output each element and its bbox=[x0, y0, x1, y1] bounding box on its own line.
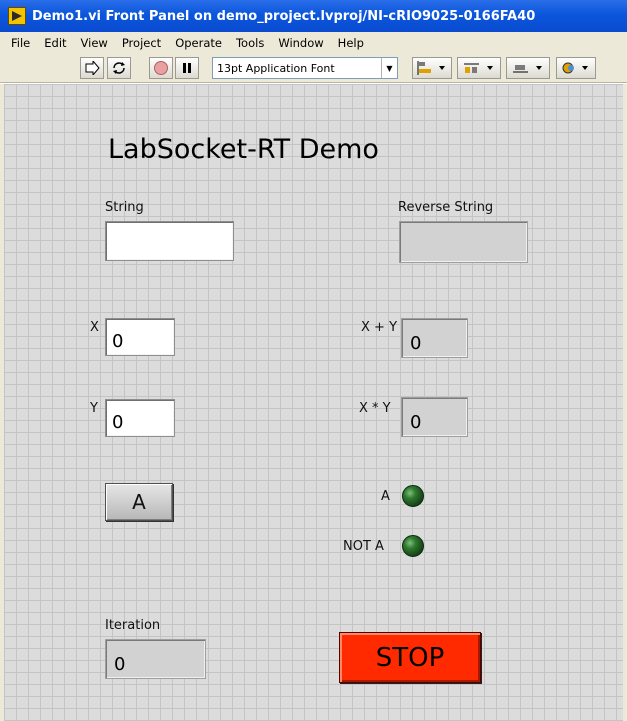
reverse-string-indicator bbox=[399, 221, 528, 263]
menu-bar: File Edit View Project Operate Tools Win… bbox=[0, 32, 627, 53]
y-label: Y bbox=[90, 401, 98, 416]
labview-vi-icon bbox=[8, 7, 26, 25]
run-continuously-icon[interactable] bbox=[107, 57, 131, 79]
front-panel: LabSocket-RT Demo String Reverse String … bbox=[0, 84, 627, 721]
font-selector-value: 13pt Application Font bbox=[217, 61, 335, 75]
menu-help[interactable]: Help bbox=[331, 36, 371, 50]
resize-objects-icon[interactable] bbox=[506, 57, 550, 79]
menu-tools[interactable]: Tools bbox=[229, 36, 271, 50]
run-arrow-icon[interactable] bbox=[80, 57, 104, 79]
y-numeric-control[interactable]: 0 bbox=[105, 399, 175, 437]
align-objects-icon[interactable] bbox=[412, 57, 452, 79]
iteration-label: Iteration bbox=[105, 618, 161, 633]
menu-window[interactable]: Window bbox=[271, 36, 330, 50]
led-not-a-indicator bbox=[402, 535, 424, 557]
led-not-a-label: NOT A bbox=[343, 539, 384, 554]
a-boolean-button[interactable]: A bbox=[105, 483, 173, 521]
sum-indicator: 0 bbox=[401, 318, 468, 358]
panel-heading: LabSocket-RT Demo bbox=[108, 134, 379, 165]
string-label: String bbox=[105, 200, 144, 215]
x-label: X bbox=[90, 320, 99, 335]
window-title: Demo1.vi Front Panel on demo_project.lvp… bbox=[32, 8, 536, 24]
sum-label: X + Y bbox=[361, 320, 398, 335]
menu-file[interactable]: File bbox=[4, 36, 37, 50]
menu-view[interactable]: View bbox=[74, 36, 115, 50]
x-numeric-control[interactable]: 0 bbox=[105, 318, 175, 356]
led-a-label: A bbox=[381, 489, 390, 504]
iteration-indicator: 0 bbox=[105, 639, 206, 679]
menu-project[interactable]: Project bbox=[115, 36, 168, 50]
abort-icon[interactable] bbox=[149, 57, 173, 79]
stop-button[interactable]: STOP bbox=[339, 632, 481, 683]
reverse-string-label: Reverse String bbox=[398, 200, 494, 215]
reorder-icon[interactable] bbox=[556, 57, 596, 79]
led-a-indicator bbox=[402, 485, 424, 507]
window-titlebar[interactable]: Demo1.vi Front Panel on demo_project.lvp… bbox=[0, 0, 627, 32]
font-selector[interactable]: 13pt Application Font ▼ bbox=[212, 57, 398, 79]
pause-icon[interactable] bbox=[175, 57, 199, 79]
product-indicator: 0 bbox=[401, 397, 468, 437]
distribute-objects-icon[interactable] bbox=[457, 57, 501, 79]
menu-operate[interactable]: Operate bbox=[168, 36, 229, 50]
string-input[interactable] bbox=[105, 221, 234, 261]
product-label: X * Y bbox=[359, 401, 391, 416]
menu-edit[interactable]: Edit bbox=[37, 36, 73, 50]
toolbar: 13pt Application Font ▼ bbox=[0, 53, 627, 83]
chevron-down-icon: ▼ bbox=[381, 58, 397, 78]
